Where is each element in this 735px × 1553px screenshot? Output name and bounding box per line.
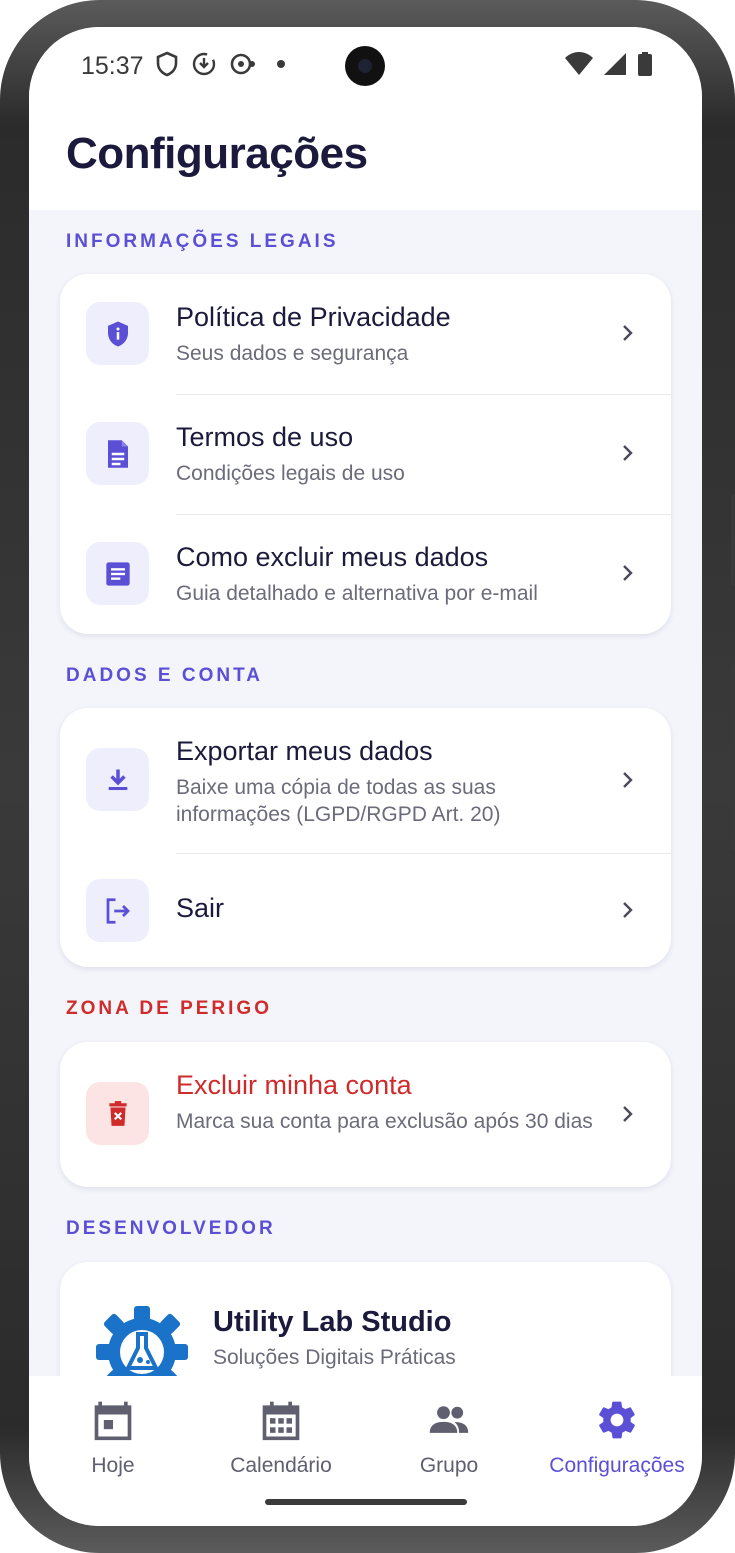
group-icon [429,1406,469,1433]
section-label-developer: DESENVOLVEDOR [66,1218,276,1239]
terms-of-use-row[interactable]: Termos de uso Condições legais de uso [60,394,671,514]
chevron-right-icon [623,1106,633,1122]
header: Configurações [29,109,702,210]
nav-item-group[interactable]: Grupo [365,1398,533,1478]
sync-status-icon [230,53,255,75]
delete-icon [108,1100,127,1126]
delete-account-subtitle: Marca sua conta para exclusão após 30 di… [176,1110,593,1133]
section-label-account: DADOS E CONTA [66,665,263,686]
legal-card: Política de Privacidade Seus dados e seg… [60,274,671,634]
export-data-title: Exportar meus dados [176,736,433,766]
shield-icon [156,51,178,77]
home-indicator[interactable] [265,1499,467,1505]
privacy-icon-box [86,302,149,365]
delete-account-row[interactable]: Excluir minha conta Marca sua conta para… [60,1042,671,1187]
logout-title: Sair [176,893,225,923]
document-icon [107,439,128,468]
section-label-danger: ZONA DE PERIGO [66,998,272,1019]
nav-label-settings: Configurações [549,1454,685,1477]
nav-label-calendar: Calendário [230,1454,332,1477]
chevron-right-icon [623,325,633,341]
battery-icon [638,52,652,76]
status-bar: 15:37 [29,27,702,109]
status-icons-right [564,51,654,77]
logout-icon-box [86,879,149,942]
developer-card[interactable]: Utility Lab Studio Soluções Digitais Prá… [60,1262,671,1376]
phone-frame: 15:37 Configurações INFORMAÇÕES LEGAIS P… [0,0,735,1553]
settings-gear-icon [599,1401,635,1439]
danger-card: Excluir minha conta Marca sua conta para… [60,1042,671,1187]
privacy-policy-subtitle: Seus dados e segurança [176,342,409,365]
guide-icon-box [86,542,149,605]
front-camera [345,46,385,86]
screen: 15:37 Configurações INFORMAÇÕES LEGAIS P… [29,27,702,1526]
dot-icon [277,60,285,68]
power-button [731,665,735,850]
nav-item-today[interactable]: Hoje [29,1398,197,1478]
today-icon [94,1401,132,1441]
section-label-legal: INFORMAÇÕES LEGAIS [66,231,339,252]
calendar-icon [262,1401,300,1441]
privacy-shield-icon [107,321,128,346]
delete-data-guide-row[interactable]: Como excluir meus dados Guia detalhado e… [60,514,671,634]
nav-item-settings[interactable]: Configurações [533,1398,701,1478]
delete-icon-box [86,1082,149,1145]
delete-account-title: Excluir minha conta [176,1070,412,1100]
article-icon [105,561,130,586]
export-data-subtitle: Baixe uma cópia de todas as suas informa… [176,776,501,826]
account-card: Exportar meus dados Baixe uma cópia de t… [60,708,671,967]
developer-name: Utility Lab Studio [213,1306,452,1338]
chevron-right-icon [623,902,633,918]
nav-item-calendar[interactable]: Calendário [197,1398,365,1478]
terms-icon-box [86,422,149,485]
nav-label-group: Grupo [419,1454,479,1477]
terms-of-use-subtitle: Condições legais de uso [176,462,405,485]
utility-lab-gear-logo [96,1306,188,1376]
logout-icon [106,897,130,924]
delete-data-guide-subtitle: Guia detalhado e alternativa por e-mail [176,582,538,605]
export-icon-box [86,748,149,811]
export-data-row[interactable]: Exportar meus dados Baixe uma cópia de t… [60,708,671,853]
status-time: 15:37 [81,52,144,80]
developer-tagline: Soluções Digitais Práticas [213,1346,456,1369]
settings-content[interactable]: INFORMAÇÕES LEGAIS Política de Privacida… [29,210,702,1376]
chevron-right-icon [623,565,633,581]
cellular-signal-icon [604,53,626,75]
volume-button [731,495,735,585]
nav-label-today: Hoje [91,1454,135,1477]
download-status-icon [192,52,216,76]
page-title: Configurações [66,129,368,178]
download-icon [108,769,127,790]
delete-data-guide-title: Como excluir meus dados [176,542,489,572]
privacy-policy-row[interactable]: Política de Privacidade Seus dados e seg… [60,274,671,394]
wifi-icon [565,52,593,75]
terms-of-use-title: Termos de uso [176,422,354,452]
privacy-policy-title: Política de Privacidade [176,302,451,332]
chevron-right-icon [623,445,633,461]
status-icons-left [155,51,289,77]
chevron-right-icon [623,772,633,788]
logout-row[interactable]: Sair [60,853,671,967]
